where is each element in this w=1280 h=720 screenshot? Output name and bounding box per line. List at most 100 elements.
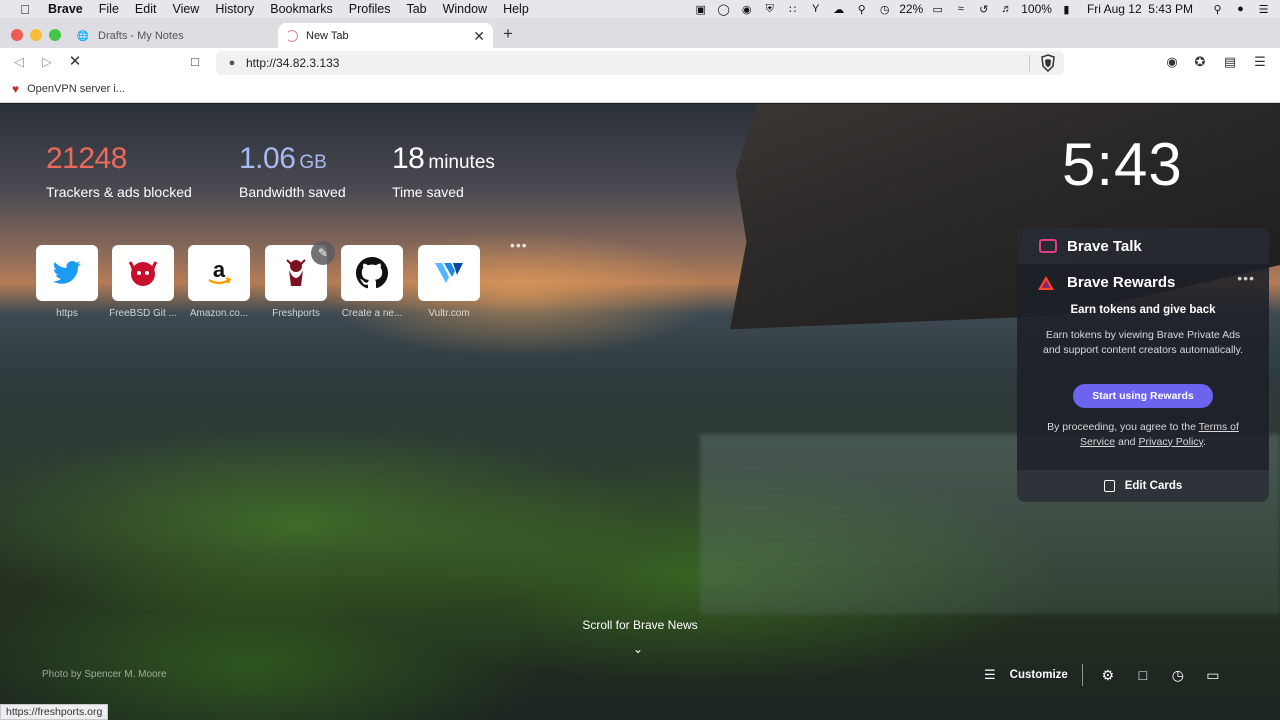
top-site-tile[interactable]: [341, 245, 403, 301]
brave-talk-video-icon[interactable]: ▭: [1202, 667, 1224, 684]
new-tab-button[interactable]: +: [503, 24, 513, 44]
bottom-toolbar: ☰ Customize ⚙ □ ◷ ▭: [984, 662, 1237, 688]
tab-title: Drafts - My Notes: [98, 30, 184, 42]
sliders-icon: ☰: [984, 667, 996, 682]
stat-trackers: 21248 Trackers & ads blocked: [46, 142, 192, 200]
start-using-rewards-button[interactable]: Start using Rewards: [1073, 384, 1213, 408]
scroll-for-news[interactable]: Scroll for Brave News: [540, 618, 740, 632]
top-site-label: Freshports: [272, 308, 320, 319]
menu-edit[interactable]: Edit: [127, 0, 165, 18]
datetime[interactable]: Fri Aug 12 5:43 PM: [1087, 2, 1193, 16]
battery-text: 100%: [1021, 2, 1052, 16]
bookmark-label: OpenVPN server i...: [27, 83, 125, 95]
control-center-icon[interactable]: ☰: [1255, 2, 1272, 16]
top-site-tile[interactable]: [112, 245, 174, 301]
wifi-icon[interactable]: ≈: [952, 2, 969, 16]
globe-icon: 🌐: [76, 30, 90, 42]
time-label: Time saved: [392, 184, 464, 200]
settings-gear-icon[interactable]: ⚙: [1097, 667, 1119, 684]
apple-icon[interactable]: : [10, 2, 40, 17]
daemon-icon: ♥: [12, 82, 20, 96]
freebsd-icon: [128, 261, 158, 286]
time-unit: minutes: [428, 152, 495, 173]
stop-loading-icon[interactable]: ✕: [66, 52, 84, 70]
top-site-label: Amazon.co...: [189, 308, 249, 319]
bandwidth-label: Bandwidth saved: [239, 184, 346, 200]
camera-icon[interactable]: ▣: [692, 2, 709, 16]
vpn-icon[interactable]: ◉: [738, 2, 755, 16]
shield-icon[interactable]: ⛨: [761, 2, 778, 16]
bookmark-icon[interactable]: □: [186, 54, 204, 69]
circle-icon[interactable]: ◯: [715, 2, 732, 16]
top-site-tile[interactable]: [36, 245, 98, 301]
site-info-icon[interactable]: ●: [222, 57, 242, 69]
cloud-icon[interactable]: ☁: [830, 2, 847, 16]
trackers-count: 21248: [46, 142, 127, 175]
rewards-subtitle: Earn tokens and give back: [1070, 304, 1216, 316]
top-site-label: https: [56, 308, 78, 319]
forward-icon[interactable]: ▷: [38, 54, 56, 70]
grid-icon[interactable]: ∷: [784, 2, 801, 16]
zoom-window-button[interactable]: [49, 29, 61, 41]
fork-icon[interactable]: Y: [807, 2, 824, 16]
search-tray-icon[interactable]: ⚲: [853, 2, 870, 16]
close-tab-icon[interactable]: ✕: [473, 28, 485, 45]
top-site-label: FreeBSD Git ...: [109, 308, 177, 319]
rewards-more-icon[interactable]: •••: [1237, 270, 1255, 286]
extensions-icon[interactable]: ✪: [1191, 54, 1209, 70]
brave-talk-title: Brave Talk: [1067, 237, 1142, 255]
battery-small-text: 22%: [899, 2, 924, 16]
airplay-icon[interactable]: ▭: [929, 2, 946, 16]
privacy-policy-link[interactable]: Privacy Policy: [1138, 436, 1203, 448]
menu-file[interactable]: File: [91, 0, 127, 18]
top-sites-more-icon[interactable]: •••: [510, 237, 528, 253]
minimize-window-button[interactable]: [30, 29, 42, 41]
customize-button[interactable]: ☰ Customize: [984, 667, 1068, 683]
siri-icon[interactable]: ●: [1232, 2, 1249, 16]
volume-icon[interactable]: ♬: [998, 2, 1015, 16]
menu-history[interactable]: History: [207, 0, 262, 18]
vpn-extension-icon[interactable]: ◉: [1163, 54, 1181, 70]
edit-cards-button[interactable]: Edit Cards: [1017, 470, 1269, 502]
close-window-button[interactable]: [11, 29, 23, 41]
menu-view[interactable]: View: [164, 0, 207, 18]
history-icon[interactable]: ◷: [1167, 667, 1189, 684]
tab-new-tab[interactable]: New Tab ✕: [278, 23, 493, 49]
brave-talk-card[interactable]: Brave Talk: [1017, 228, 1269, 264]
menu-tab[interactable]: Tab: [398, 0, 434, 18]
time-value: 18: [392, 142, 425, 175]
clock[interactable]: 5:43: [1062, 130, 1183, 199]
top-site-tile[interactable]: [418, 245, 480, 301]
photo-credit[interactable]: Photo by Spencer M. Moore: [42, 669, 167, 680]
bandwidth-value: 1.06: [239, 142, 296, 175]
time-machine-icon[interactable]: ↺: [975, 2, 992, 16]
back-icon[interactable]: ◁: [10, 54, 28, 70]
menu-profiles[interactable]: Profiles: [341, 0, 399, 18]
bookmarks-manager-icon[interactable]: □: [1132, 667, 1154, 683]
menu-icon[interactable]: ☰: [1251, 54, 1269, 70]
battery-icon[interactable]: ▮: [1058, 2, 1075, 16]
loading-icon: [286, 30, 298, 42]
bandwidth-unit: GB: [299, 152, 327, 173]
brave-shields-icon[interactable]: [1040, 54, 1056, 72]
menu-app-name[interactable]: Brave: [40, 0, 91, 18]
url-separator: [1029, 55, 1030, 71]
edit-pencil-icon[interactable]: ✎: [311, 241, 335, 265]
address-bar[interactable]: ● http://34.82.3.133: [216, 51, 1064, 75]
menu-help[interactable]: Help: [495, 0, 537, 18]
url-text[interactable]: http://34.82.3.133: [246, 56, 339, 70]
legal-and: and: [1117, 435, 1136, 448]
chevron-down-icon[interactable]: ⌄: [633, 642, 643, 656]
stat-time: 18 minutes Time saved: [392, 142, 495, 200]
tab-drafts[interactable]: 🌐 Drafts - My Notes: [68, 23, 273, 49]
spotlight-icon[interactable]: ⚲: [1209, 2, 1226, 16]
wallet-icon[interactable]: ▤: [1221, 54, 1239, 70]
top-site-tile[interactable]: a: [188, 245, 250, 301]
svg-text:a: a: [213, 258, 226, 282]
timer-icon[interactable]: ◷: [876, 2, 893, 16]
status-tray: ▣ ◯ ◉ ⛨ ∷ Y ☁ ⚲ ◷ 22% ▭ ≈ ↺ ♬ 100% ▮ Fri…: [692, 0, 1272, 18]
menu-bookmarks[interactable]: Bookmarks: [262, 0, 341, 18]
bookmark-openvpn[interactable]: ♥ OpenVPN server i...: [12, 82, 125, 96]
menu-window[interactable]: Window: [435, 0, 495, 18]
brave-rewards-title: Brave Rewards: [1067, 274, 1176, 291]
